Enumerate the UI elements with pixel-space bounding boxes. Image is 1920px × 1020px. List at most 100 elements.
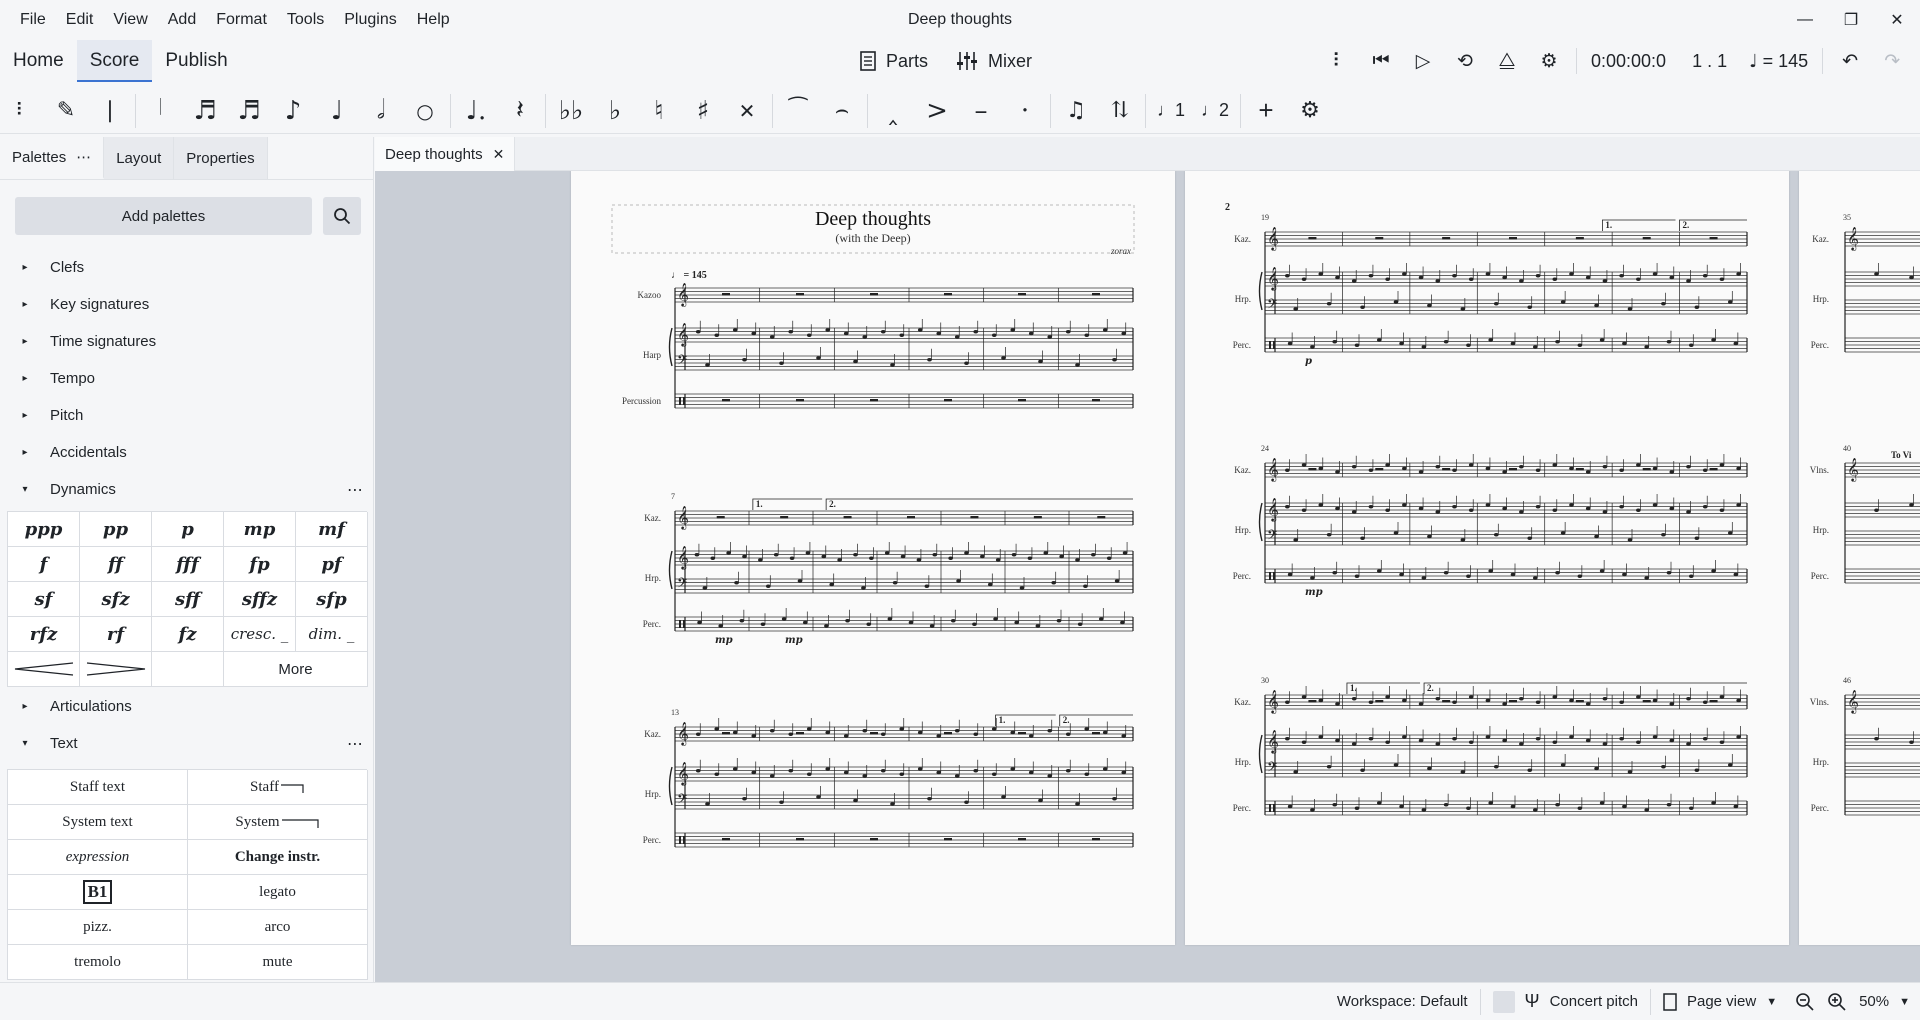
double-flat-icon[interactable]: ♭♭ (549, 89, 593, 133)
dynamic-cell[interactable]: mp (224, 512, 296, 547)
rehearsal-mark-cell[interactable]: B1 (8, 875, 188, 910)
redo-icon[interactable]: ↷ (1871, 40, 1913, 82)
score-page-2[interactable]: 2 𝄞 𝄞 𝄢 Kaz. Hrp. Perc. 19 1. 2. p 𝄞 𝄞 𝄢 Kaz. Hrp. Perc.… (1185, 171, 1789, 945)
tab-publish[interactable]: Publish (152, 40, 240, 82)
diminuendo-hairpin-cell[interactable] (80, 652, 152, 687)
dynamic-cell[interactable]: p (152, 512, 224, 547)
duration-quarter-icon[interactable]: ♩ (315, 89, 359, 133)
mixer-button[interactable]: Mixer (956, 51, 1032, 72)
dynamic-cell[interactable]: fz (152, 617, 224, 652)
text-cell[interactable]: tremolo (8, 945, 188, 980)
add-icon[interactable]: + (1244, 89, 1288, 133)
rest-icon[interactable]: 𝄽 (498, 89, 542, 133)
tab-properties[interactable]: Properties (174, 137, 268, 179)
duration-eighth-icon[interactable]: ♪ (271, 89, 315, 133)
flip-direction-icon[interactable]: ⇅ (1098, 89, 1142, 133)
system-text-line-cell[interactable]: System (188, 805, 368, 840)
dynamic-cell[interactable]: rfz (8, 617, 80, 652)
dynamic-cell[interactable]: dim. _ (296, 617, 368, 652)
tab-palettes[interactable]: Palettes ⋯ (0, 136, 105, 179)
score-page-1[interactable]: Deep thoughts (with the Deep) zorax ♩ = 145… (571, 171, 1175, 945)
menu-help[interactable]: Help (407, 0, 460, 40)
more-button[interactable]: More (224, 652, 368, 687)
dynamic-cell[interactable]: sfp (296, 582, 368, 617)
metronome-icon[interactable]: ⧋ (1486, 40, 1528, 82)
duration-16th-icon[interactable]: ♬ (227, 89, 271, 133)
parts-button[interactable]: Parts (860, 51, 928, 72)
menu-tools[interactable]: Tools (277, 0, 334, 40)
text-cell[interactable]: Change instr. (188, 840, 368, 875)
workspace-selector[interactable]: Workspace: Default (1325, 983, 1480, 1020)
dynamic-cell[interactable]: sff (152, 582, 224, 617)
menu-plugins[interactable]: Plugins (334, 0, 406, 40)
text-cell[interactable]: Staff text (8, 770, 188, 805)
menu-file[interactable]: File (10, 0, 56, 40)
restore-icon[interactable]: ❐ (1828, 0, 1874, 40)
dynamic-cell[interactable]: sf (8, 582, 80, 617)
menu-add[interactable]: Add (158, 0, 206, 40)
duration-whole-icon[interactable]: ○ (403, 89, 447, 133)
slur-icon[interactable]: ⌢ (820, 89, 864, 133)
tab-layout[interactable]: Layout (104, 137, 175, 179)
dynamic-cell[interactable]: fp (224, 547, 296, 582)
voice-1-button[interactable]: ♩ 1 (1149, 89, 1193, 133)
menu-format[interactable]: Format (206, 0, 277, 40)
sharp-icon[interactable]: ♯ (681, 89, 725, 133)
score-page-3[interactable]: Kaz. Hrp. Perc. 35 𝄞 Vlns. Hrp. Perc. 40 𝄞 Vlns. Hr… (1799, 171, 1920, 945)
zoom-out-button[interactable] (1789, 983, 1821, 1020)
minimize-icon[interactable]: ― (1782, 0, 1828, 40)
tenuto-icon[interactable]: – (959, 89, 1003, 133)
palette-time-signatures[interactable]: ▸ Time signatures (0, 323, 374, 360)
duration-half-icon[interactable]: 𝅗𝅥 (359, 89, 403, 133)
tuplet-icon[interactable]: ♫ (1054, 89, 1098, 133)
note-input-pencil-icon[interactable]: ✎ (44, 89, 88, 133)
palette-dynamics[interactable]: ▾ Dynamics ⋯ (0, 471, 374, 508)
drag-handle-icon[interactable]: ⠇ (0, 89, 44, 133)
tie-icon[interactable]: ⁀ (776, 89, 820, 133)
rewind-icon[interactable]: ⏮ (1360, 40, 1402, 82)
more-options-icon[interactable]: ⋯ (76, 136, 91, 179)
menu-view[interactable]: View (103, 0, 157, 40)
accent-icon[interactable]: > (915, 89, 959, 133)
dynamic-cell[interactable]: cresc. _ (224, 617, 296, 652)
double-sharp-icon[interactable]: ✕ (725, 89, 769, 133)
zoom-dropdown[interactable]: 50% ▼ (1853, 983, 1920, 1020)
concert-pitch-checkbox[interactable] (1492, 990, 1515, 1013)
dynamic-cell[interactable]: mf (296, 512, 368, 547)
text-cell[interactable]: expression (8, 840, 188, 875)
input-mode-icon[interactable]: ❘ (88, 89, 132, 133)
palette-pitch[interactable]: ▸ Pitch (0, 397, 374, 434)
close-tab-icon[interactable]: ✕ (493, 146, 505, 163)
undo-icon[interactable]: ↶ (1829, 40, 1871, 82)
drag-handle-icon[interactable]: ⠇ (1318, 40, 1360, 82)
palette-accidentals[interactable]: ▸ Accidentals (0, 434, 374, 471)
score-view[interactable]: Deep thoughts (with the Deep) zorax ♩ = 145… (375, 171, 1920, 982)
dynamic-cell[interactable]: ppp (8, 512, 80, 547)
palette-text[interactable]: ▾ Text ⋯ (0, 725, 374, 762)
tab-home[interactable]: Home (0, 40, 77, 82)
dynamic-cell[interactable]: pp (80, 512, 152, 547)
play-icon[interactable]: ▷ (1402, 40, 1444, 82)
crescendo-hairpin-cell[interactable] (8, 652, 80, 687)
marcato-icon[interactable]: ‸ (871, 89, 915, 133)
palette-tempo[interactable]: ▸ Tempo (0, 360, 374, 397)
loop-icon[interactable]: ⟲ (1444, 40, 1486, 82)
dynamic-cell[interactable]: sfz (80, 582, 152, 617)
natural-icon[interactable]: ♮ (637, 89, 681, 133)
duration-32nd-icon[interactable]: ♬ (183, 89, 227, 133)
view-mode-dropdown[interactable]: Page view ▼ (1651, 983, 1789, 1020)
zoom-in-button[interactable] (1821, 983, 1853, 1020)
tab-score[interactable]: Score (76, 40, 153, 82)
text-cell[interactable]: pizz. (8, 910, 188, 945)
more-options-icon[interactable]: ⋯ (347, 480, 364, 500)
dynamic-cell[interactable]: fff (152, 547, 224, 582)
search-button[interactable] (323, 197, 361, 235)
staccato-icon[interactable]: · (1003, 89, 1047, 133)
playback-settings-icon[interactable]: ⚙ (1528, 40, 1570, 82)
dynamic-cell[interactable]: ff (80, 547, 152, 582)
text-cell[interactable]: System text (8, 805, 188, 840)
palette-key-signatures[interactable]: ▸ Key signatures (0, 286, 374, 323)
text-cell[interactable]: arco (188, 910, 368, 945)
dynamic-cell[interactable]: sffz (224, 582, 296, 617)
more-options-icon[interactable]: ⋯ (347, 734, 364, 754)
